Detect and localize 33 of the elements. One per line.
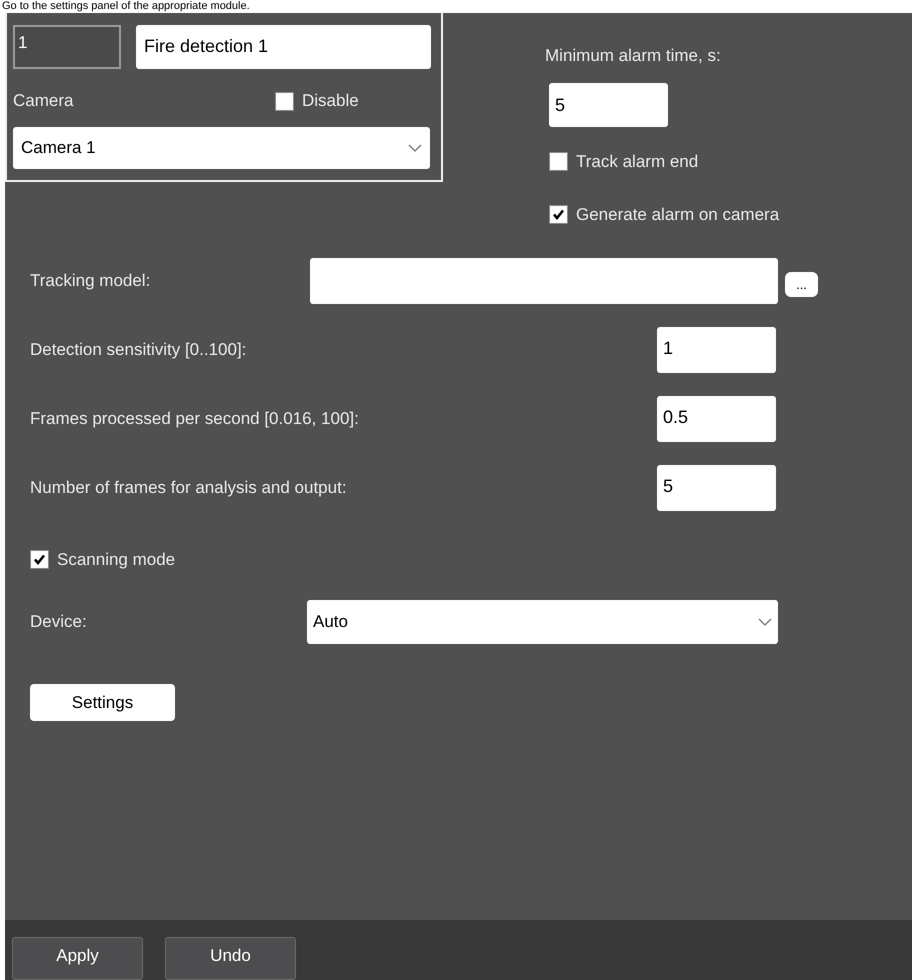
browse-button[interactable]: ... — [785, 272, 818, 297]
tracking-model-label: Tracking model: — [30, 270, 152, 292]
device-label: Device: — [30, 611, 88, 634]
number-field[interactable]: 1 — [657, 326, 776, 372]
checkbox[interactable] — [275, 92, 294, 110]
field-label: Frames processed per second [0.016, 100]: — [30, 408, 360, 430]
footer-button[interactable]: Undo — [165, 937, 296, 980]
caret-icon — [758, 618, 772, 626]
checkbox-label: Generate alarm on camera — [576, 204, 780, 226]
alarm-time-field[interactable]: 5 — [549, 82, 668, 126]
caret-icon — [408, 144, 422, 152]
camera-label: Camera — [13, 90, 74, 112]
checkbox[interactable] — [30, 550, 49, 569]
device-dropdown[interactable]: Auto — [307, 600, 778, 644]
number-field[interactable]: 5 — [657, 464, 776, 510]
name-field[interactable]: Fire detection 1 — [136, 25, 431, 69]
camera-dropdown[interactable]: Camera 1 — [13, 127, 430, 169]
checkbox-label: Track alarm end — [576, 150, 698, 172]
footer-button[interactable]: Apply — [12, 937, 143, 980]
checkbox[interactable] — [549, 205, 568, 224]
field-label: Number of frames for analysis and output: — [30, 476, 348, 499]
tracking-model-field[interactable] — [310, 258, 778, 304]
checkbox-label: Disable — [302, 90, 359, 112]
check-icon — [33, 552, 46, 566]
id-field[interactable]: 1 — [13, 25, 121, 69]
number-field[interactable]: 0.5 — [657, 396, 776, 442]
checkbox-label: Scanning mode — [57, 548, 176, 570]
intro-text: Go to the settings panel of the appropriate module. — [1, 0, 250, 13]
alarm-time-label: Minimum alarm time, s: — [545, 45, 722, 67]
checkbox[interactable] — [549, 152, 568, 171]
field-label: Detection sensitivity [0..100]: — [30, 338, 248, 361]
check-icon — [552, 208, 565, 222]
settings-button[interactable]: Settings — [30, 684, 175, 721]
